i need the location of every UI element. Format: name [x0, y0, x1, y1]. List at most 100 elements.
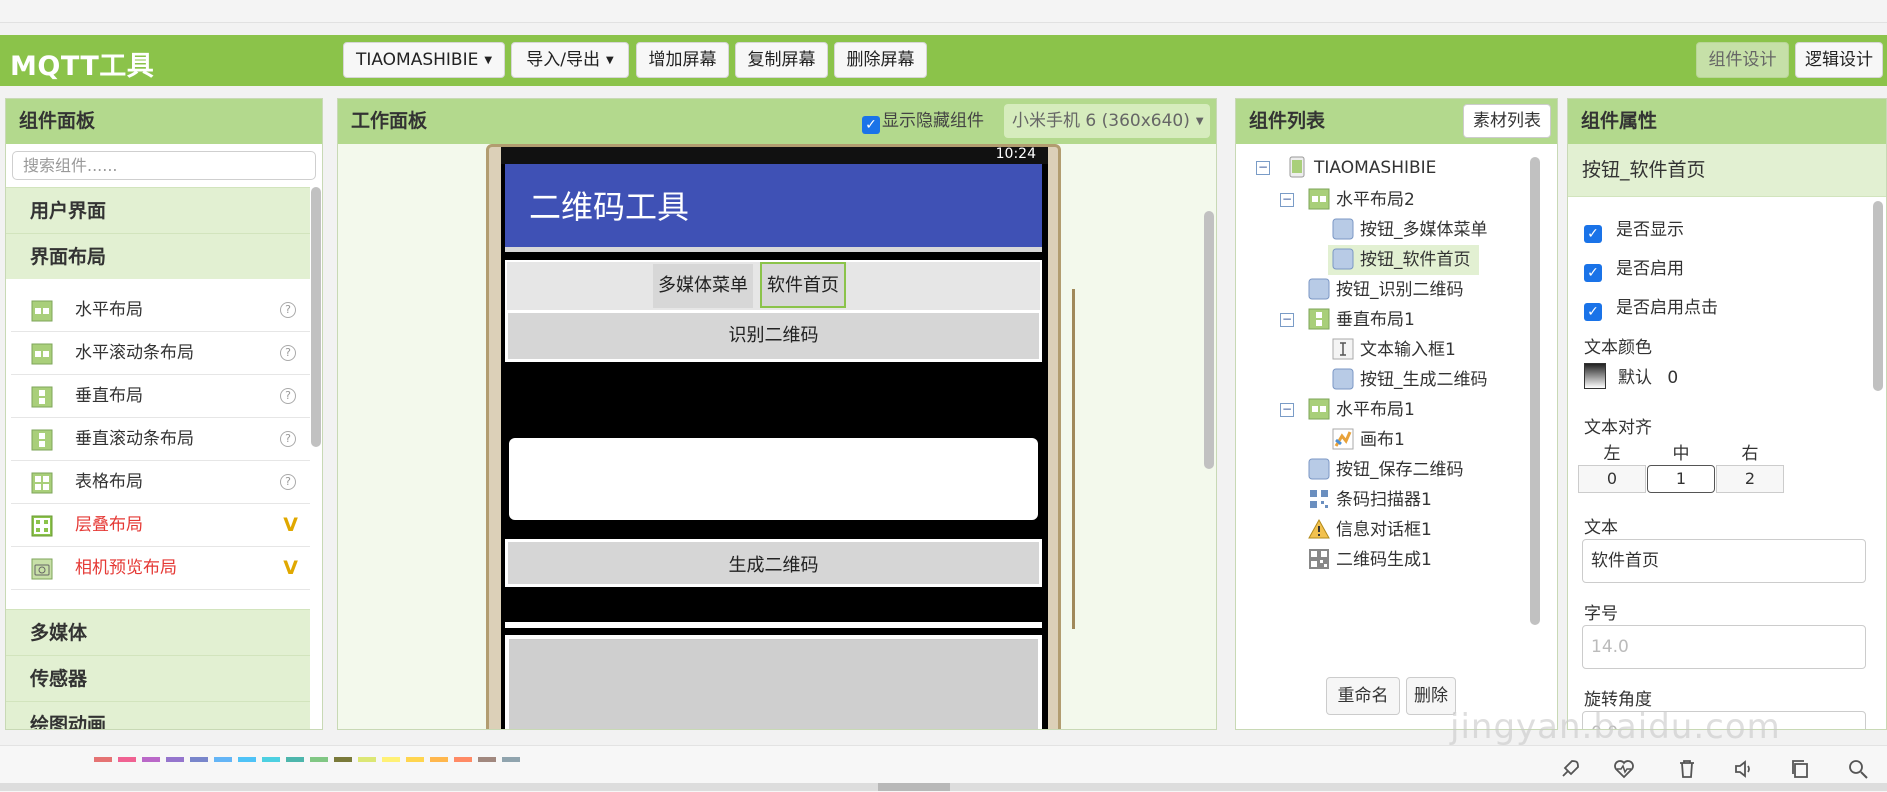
tree-item-vlayout1[interactable]: 垂直布局1 — [1308, 305, 1415, 335]
tree-item-label: 按钮_多媒体菜单 — [1360, 220, 1488, 240]
search-icon[interactable] — [1846, 757, 1870, 781]
prop-clickable[interactable]: ✓ 是否启用点击 — [1584, 293, 1718, 321]
components-title: 组件列表 — [1249, 110, 1326, 132]
category-ui[interactable]: 用户界面 — [6, 187, 310, 233]
tree-item-hlayout2[interactable]: 水平布局2 — [1308, 185, 1415, 215]
heartbeat-icon[interactable] — [1612, 757, 1636, 781]
assets-button[interactable]: 素材列表 — [1463, 104, 1551, 138]
align-left-label: 左 — [1603, 444, 1621, 464]
delete-screen-button[interactable]: 删除屏幕 — [834, 42, 927, 78]
palette-item-camera-preview[interactable]: 相机预览布局 V — [11, 547, 310, 590]
tree-item-btn-media[interactable]: 按钮_多媒体菜单 — [1332, 215, 1488, 245]
device-select-label: 小米手机 6 (360x640) — [1012, 111, 1190, 131]
phone-screen: 10:24 二维码工具 多媒体菜单 软件首页 识别二维码 生成二维码 — [501, 147, 1048, 729]
screen-dropdown-label: TIAOMASHIBIE — [355, 50, 479, 70]
tree-item-canvas[interactable]: 画布1 — [1332, 425, 1405, 455]
trash-icon[interactable] — [1675, 757, 1699, 781]
palette-item-horizontal-scroll[interactable]: 水平滚动条布局 ? — [11, 332, 310, 375]
category-sensor[interactable]: 传感器 — [6, 655, 310, 701]
help-icon[interactable]: ? — [280, 302, 296, 318]
prop-fontsize-input[interactable]: 14.0 — [1582, 625, 1866, 669]
tree-item-hlayout1[interactable]: 水平布局1 — [1308, 395, 1415, 425]
baidu-watermark-url: jingyan.baidu.com — [1450, 707, 1781, 747]
collapse-icon[interactable]: − — [1280, 193, 1294, 207]
recognize-qr-button[interactable]: 识别二维码 — [505, 310, 1042, 362]
app-toolbar: MQTT工具 TIAOMASHIBIE ▼ 导入/导出 ▼ 增加屏幕 复制屏幕 删除… — [0, 35, 1887, 86]
page-horizontal-scrollbar[interactable] — [0, 783, 1887, 791]
table-layout-icon — [31, 472, 53, 494]
show-hidden-toggle[interactable]: ✓ 显示隐藏组件 — [862, 99, 984, 144]
tree-item-screen[interactable]: TIAOMASHIBIE — [1286, 153, 1436, 183]
import-export-dropdown[interactable]: 导入/导出 ▼ — [511, 42, 629, 78]
help-icon[interactable]: ? — [280, 474, 296, 490]
text-input-1[interactable] — [509, 438, 1038, 520]
tree-item-label: 二维码生成1 — [1336, 550, 1432, 570]
palette-scrollbar[interactable] — [311, 187, 321, 447]
textcolor-num: 0 — [1667, 368, 1679, 388]
media-menu-button[interactable]: 多媒体菜单 — [653, 264, 753, 308]
align-right-option[interactable]: 2 — [1716, 465, 1784, 493]
component-search-input[interactable]: 搜索组件...... — [12, 151, 316, 180]
prop-textcolor-picker[interactable]: 默认 0 — [1584, 363, 1678, 389]
category-layout[interactable]: 界面布局 — [6, 233, 310, 279]
swatch — [478, 757, 496, 762]
align-center-option[interactable]: 1 — [1647, 465, 1715, 493]
palette-item-label: 水平布局 — [75, 300, 143, 320]
workspace-scrollbar[interactable] — [1204, 211, 1214, 469]
tree-item-scanner[interactable]: 条码扫描器1 — [1308, 485, 1432, 515]
category-media[interactable]: 多媒体 — [6, 609, 310, 655]
vertical-layout-icon — [1308, 308, 1330, 330]
category-drawing[interactable]: 绘图动画 — [6, 701, 310, 729]
rename-button[interactable]: 重命名 — [1326, 677, 1400, 715]
components-scrollbar[interactable] — [1530, 157, 1540, 625]
collapse-icon[interactable]: − — [1256, 161, 1270, 175]
palette-item-vertical[interactable]: 垂直布局 ? — [11, 375, 310, 418]
add-screen-button[interactable]: 增加屏幕 — [636, 42, 729, 78]
delete-component-button[interactable]: 删除 — [1406, 677, 1456, 715]
copy-icon[interactable] — [1788, 757, 1812, 781]
palette-item-vertical-scroll[interactable]: 垂直滚动条布局 ? — [11, 418, 310, 461]
scrollbar-thumb[interactable] — [878, 783, 950, 791]
tree-item-label: 画布1 — [1360, 430, 1405, 450]
copy-screen-button[interactable]: 复制屏幕 — [735, 42, 828, 78]
help-icon[interactable]: ? — [280, 431, 296, 447]
device-select[interactable]: 小米手机 6 (360x640) ▼ — [1004, 104, 1210, 138]
swatch — [118, 757, 136, 762]
tree-item-btn-generate[interactable]: 按钮_生成二维码 — [1332, 365, 1488, 395]
horizontal-arrangement-2[interactable]: 多媒体菜单 软件首页 — [505, 260, 1042, 312]
blocks-button[interactable]: 逻辑设计 — [1795, 42, 1883, 78]
button-icon — [1308, 458, 1330, 480]
rocket-icon[interactable] — [1558, 757, 1582, 781]
tree-item-btn-recognize[interactable]: 按钮_识别二维码 — [1308, 275, 1464, 305]
swatch — [502, 757, 520, 762]
prop-text-label: 文本 — [1584, 518, 1618, 538]
canvas-1[interactable] — [505, 635, 1042, 729]
palette-item-horizontal[interactable]: 水平布局 ? — [11, 289, 310, 332]
swatch — [430, 757, 448, 762]
swatch — [214, 757, 232, 762]
tree-item-qr-generator[interactable]: 二维码生成1 — [1308, 545, 1432, 575]
prop-text-input[interactable]: 软件首页 — [1582, 539, 1866, 583]
home-button-selected[interactable]: 软件首页 — [760, 262, 846, 308]
prop-enabled[interactable]: ✓ 是否启用 — [1584, 254, 1684, 282]
swatch — [454, 757, 472, 762]
tree-item-notifier[interactable]: 信息对话框1 — [1308, 515, 1432, 545]
components-header: 组件列表 素材列表 — [1236, 99, 1557, 144]
designer-button[interactable]: 组件设计 — [1696, 42, 1789, 78]
help-icon[interactable]: ? — [280, 345, 296, 361]
prop-visible[interactable]: ✓ 是否显示 — [1584, 215, 1684, 243]
palette-item-table[interactable]: 表格布局 ? — [11, 461, 310, 504]
tree-item-btn-home-selected[interactable]: 按钮_软件首页 — [1328, 245, 1479, 275]
screen-dropdown[interactable]: TIAOMASHIBIE ▼ — [343, 42, 505, 78]
align-left-option[interactable]: 0 — [1578, 465, 1646, 493]
generate-qr-button[interactable]: 生成二维码 — [505, 539, 1042, 587]
volume-icon[interactable] — [1732, 757, 1756, 781]
properties-scrollbar[interactable] — [1873, 201, 1883, 391]
collapse-icon[interactable]: − — [1280, 313, 1294, 327]
tree-item-btn-save[interactable]: 按钮_保存二维码 — [1308, 455, 1464, 485]
palette-item-stack[interactable]: 层叠布局 V — [11, 504, 310, 547]
help-icon[interactable]: ? — [280, 388, 296, 404]
collapse-icon[interactable]: − — [1280, 403, 1294, 417]
caret-down-icon: ▼ — [484, 55, 493, 66]
tree-item-textbox[interactable]: 文本输入框1 — [1332, 335, 1456, 365]
